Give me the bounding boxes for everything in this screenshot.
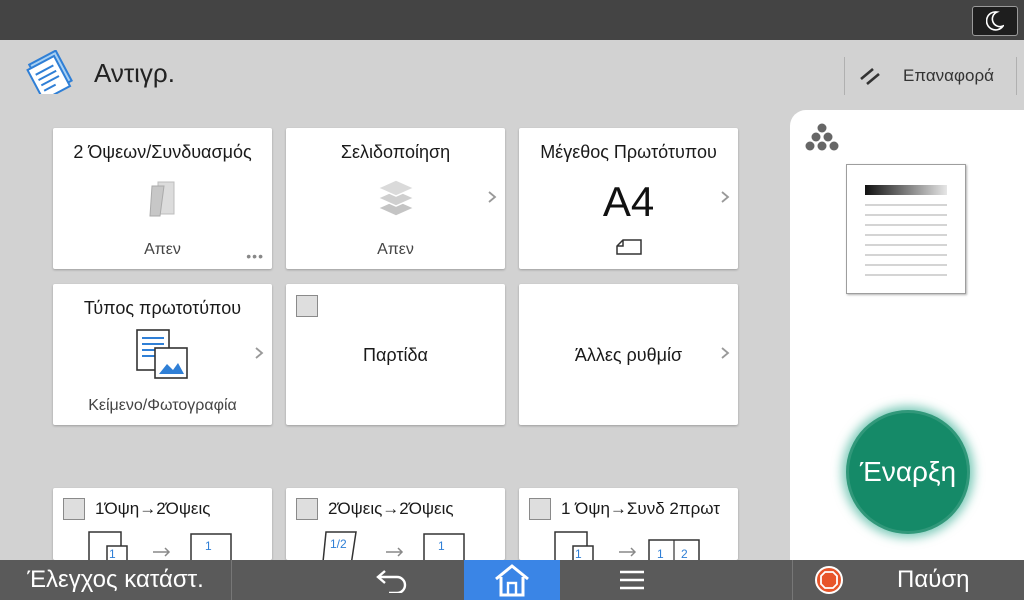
duplex-page-icon — [148, 181, 174, 217]
text-photo-icon — [135, 329, 188, 379]
reset-button[interactable]: Επαναφορά — [844, 57, 1016, 95]
preset-diagram-icon: 1 1 — [88, 531, 232, 560]
other-settings-tile[interactable]: Άλλες ρυθμίσ — [519, 284, 738, 425]
reset-label: Επαναφορά — [903, 66, 994, 85]
chevron-right-icon — [488, 191, 497, 203]
svg-text:1: 1 — [438, 539, 445, 553]
batch-tile[interactable]: Παρτίδα — [286, 284, 505, 425]
preset-label: 1Όψη→2Όψεις — [95, 499, 211, 518]
preview-document-lines — [865, 185, 947, 276]
other-settings-label: Άλλες ρυθμίσ — [574, 345, 683, 365]
sort-tile[interactable]: Σελιδοποίηση Απεν — [286, 128, 505, 269]
sort-value: Απεν — [377, 241, 414, 258]
duplex-combine-tile[interactable]: 2 Όψεων/Συνδυασμός Απεν ••• — [53, 128, 272, 269]
moon-icon — [986, 11, 1004, 31]
batch-checkbox[interactable] — [296, 295, 318, 317]
menu-button[interactable] — [580, 560, 684, 600]
reset-divider — [1016, 57, 1017, 95]
original-type-tile[interactable]: Τύπος πρωτοτύπου Κείμενο/Φωτογραφία — [53, 284, 272, 425]
preset-diagram-icon: 1/2 1 — [322, 531, 465, 560]
stop-icon — [815, 566, 843, 594]
batch-label: Παρτίδα — [363, 345, 428, 365]
svg-text:1/2: 1/2 — [330, 537, 347, 551]
bottom-navigation-bar: Έλεγχος κατάστ. Παύση — [0, 560, 1024, 600]
svg-text:1: 1 — [109, 547, 116, 560]
stack-icon — [375, 179, 416, 217]
svg-text:2: 2 — [681, 547, 688, 560]
duplex-title: 2 Όψεων/Συνδυασμός — [73, 142, 252, 162]
start-button[interactable]: Έναρξη — [846, 410, 970, 534]
original-type-value: Κείμενο/Φωτογραφία — [88, 397, 237, 414]
app-title: Αντιγρ. — [94, 58, 175, 88]
reset-slash-icon — [860, 68, 880, 85]
duplex-value: Απεν — [144, 241, 181, 258]
stop-label: Παύση — [897, 566, 970, 593]
preset-label: 1 Όψη→Συνδ 2πρωτ — [561, 499, 721, 518]
preset-checkbox[interactable] — [296, 498, 318, 520]
preset-checkbox[interactable] — [63, 498, 85, 520]
preset-1sided-combine[interactable]: 1 Όψη→Συνδ 2πρωτ 1 1 2 — [519, 488, 738, 560]
check-status-button[interactable]: Έλεγχος κατάστ. — [0, 560, 232, 600]
svg-text:1: 1 — [657, 547, 664, 560]
original-size-title: Μέγεθος Πρωτότυπου — [540, 142, 717, 162]
back-button[interactable] — [330, 560, 454, 600]
more-dots-icon: ••• — [246, 248, 264, 264]
preset-2sided-2sided[interactable]: 2Όψεις→2Όψεις 1/2 1 — [286, 488, 505, 560]
svg-text:1: 1 — [205, 539, 212, 553]
copy-document-icon — [26, 50, 73, 94]
check-status-label: Έλεγχος κατάστ. — [27, 566, 204, 593]
preset-checkbox[interactable] — [529, 498, 551, 520]
chevron-right-icon — [721, 191, 730, 203]
home-icon — [495, 564, 529, 597]
svg-text:1: 1 — [575, 547, 582, 560]
original-size-tile[interactable]: Μέγεθος Πρωτότυπου A4 — [519, 128, 738, 269]
menu-icon — [620, 570, 644, 590]
start-label: Έναρξη — [859, 456, 957, 487]
chevron-right-icon — [721, 347, 730, 359]
paper-orientation-icon — [615, 239, 642, 255]
color-mode-icon — [805, 123, 839, 151]
top-status-bar — [0, 0, 1024, 40]
preset-label: 2Όψεις→2Όψεις — [328, 499, 454, 518]
preview-document — [846, 164, 966, 294]
preset-1sided-2sided[interactable]: 1Όψη→2Όψεις 1 1 — [53, 488, 272, 560]
sort-title: Σελιδοποίηση — [340, 142, 451, 162]
chevron-right-icon — [255, 347, 264, 359]
energy-saver-button[interactable] — [972, 6, 1018, 36]
original-size-value: A4 — [602, 178, 655, 225]
original-type-title: Τύπος πρωτοτύπου — [83, 298, 242, 318]
back-arrow-icon — [376, 570, 407, 593]
stop-button[interactable]: Παύση — [792, 560, 1024, 600]
home-button[interactable] — [464, 560, 560, 600]
preset-diagram-icon: 1 1 2 — [554, 531, 700, 560]
